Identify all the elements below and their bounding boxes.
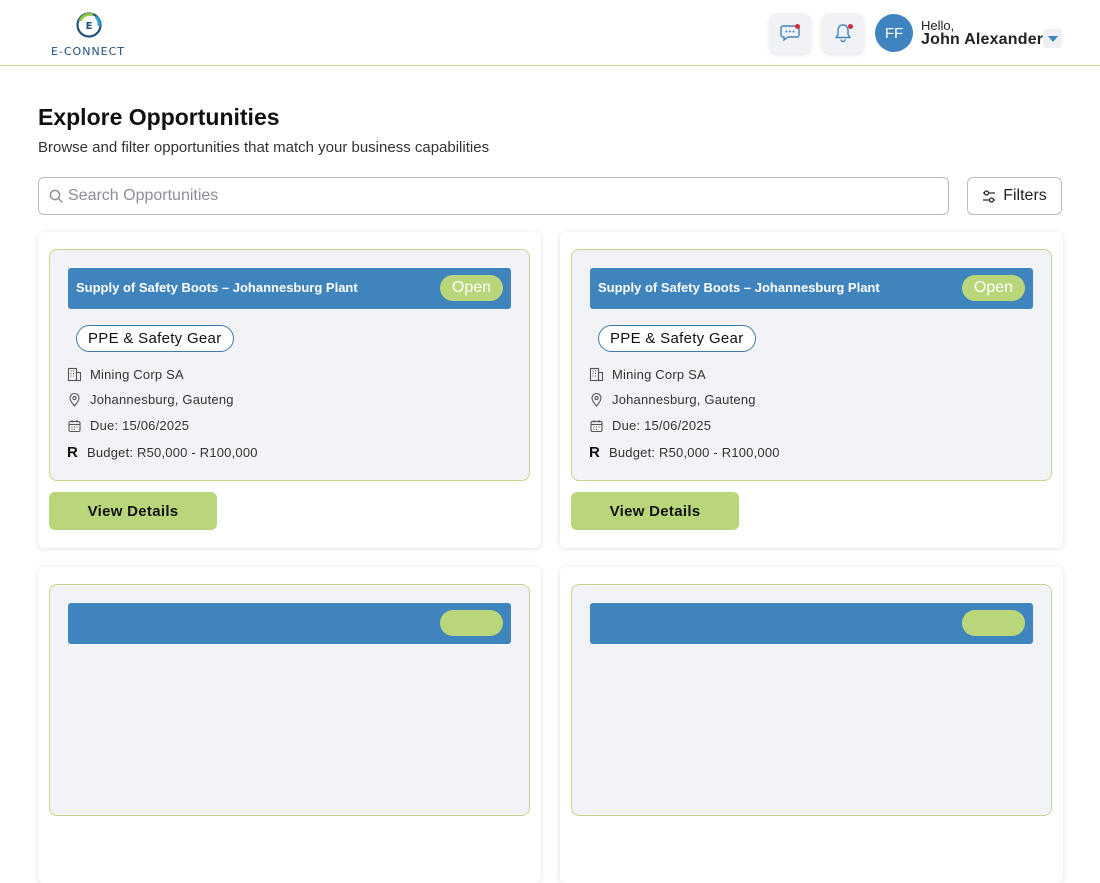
map-pin-icon: [67, 392, 82, 407]
company-name: Mining Corp SA: [90, 367, 184, 382]
calendar-icon: [67, 418, 82, 433]
opportunity-title[interactable]: Supply of Safety Boots – Johannesburg Pl…: [76, 280, 358, 295]
search-bar[interactable]: [38, 177, 949, 215]
opportunity-card: Supply of Safety Boots – Johannesburg Pl…: [49, 249, 530, 481]
map-pin-icon: [589, 392, 604, 407]
status-badge: [962, 610, 1025, 636]
page-title: Explore Opportunities: [38, 104, 280, 130]
location-text: Johannesburg, Gauteng: [90, 392, 234, 407]
opportunity-title[interactable]: Supply of Safety Boots – Johannesburg Pl…: [598, 280, 880, 295]
messages-button[interactable]: [769, 13, 811, 53]
card-header: Supply of Safety Boots – Johannesburg Pl…: [68, 268, 511, 309]
category-tag: PPE & Safety Gear: [76, 325, 234, 352]
budget-text: Budget: R50,000 - R100,000: [87, 445, 258, 460]
status-badge: [440, 610, 503, 636]
avatar[interactable]: FF: [875, 14, 913, 52]
due-row: Due: 15/06/2025: [589, 418, 711, 433]
app-logo[interactable]: E E-CONNECT: [48, 10, 128, 58]
due-date: Due: 15/06/2025: [612, 418, 712, 433]
category-tag: PPE & Safety Gear: [598, 325, 756, 352]
page-subtitle: Browse and filter opportunities that mat…: [38, 139, 490, 156]
opportunity-card: Supply of Safety Boots – Johannesburg Pl…: [571, 249, 1052, 481]
notification-dot: [795, 24, 800, 29]
location-text: Johannesburg, Gauteng: [612, 392, 756, 407]
user-menu-dropdown[interactable]: [1043, 29, 1062, 48]
notifications-button[interactable]: [822, 13, 864, 53]
building-icon: [589, 367, 604, 382]
logo-icon: E: [76, 12, 102, 38]
status-badge: Open: [440, 275, 503, 301]
budget-row: R Budget: R50,000 - R100,000: [67, 444, 258, 461]
filters-label: Filters: [1003, 187, 1047, 204]
opportunity-card: [49, 584, 530, 816]
due-date: Due: 15/06/2025: [90, 418, 190, 433]
view-details-button[interactable]: View Details: [49, 492, 217, 530]
budget-text: Budget: R50,000 - R100,000: [609, 445, 780, 460]
opportunity-panel: Supply of Safety Boots – Johannesburg Pl…: [38, 232, 541, 548]
notification-dot: [848, 24, 853, 29]
building-icon: [67, 367, 82, 382]
search-icon: [49, 189, 63, 203]
currency-symbol: R: [67, 444, 79, 461]
card-header: [590, 603, 1033, 644]
search-input[interactable]: [68, 184, 928, 208]
location-row: Johannesburg, Gauteng: [67, 392, 234, 407]
company-name: Mining Corp SA: [612, 367, 706, 382]
chevron-down-icon: [1047, 35, 1058, 42]
view-details-button[interactable]: View Details: [571, 492, 739, 530]
due-row: Due: 15/06/2025: [67, 418, 189, 433]
user-name[interactable]: John Alexander: [921, 31, 1043, 49]
card-header: [68, 603, 511, 644]
filters-button[interactable]: Filters: [967, 177, 1062, 215]
top-header: E E-CONNECT FF Hello, John Alexander: [0, 0, 1100, 66]
card-header: Supply of Safety Boots – Johannesburg Pl…: [590, 268, 1033, 309]
opportunity-panel: [560, 567, 1063, 883]
location-row: Johannesburg, Gauteng: [589, 392, 756, 407]
status-badge: Open: [962, 275, 1025, 301]
calendar-icon: [589, 418, 604, 433]
logo-text: E-CONNECT: [50, 45, 126, 58]
company-row: Mining Corp SA: [67, 367, 184, 382]
company-row: Mining Corp SA: [589, 367, 706, 382]
svg-text:E: E: [86, 21, 93, 32]
opportunity-panel: Supply of Safety Boots – Johannesburg Pl…: [560, 232, 1063, 548]
sliders-icon: [983, 189, 996, 203]
opportunity-panel: [38, 567, 541, 883]
opportunity-card: [571, 584, 1052, 816]
budget-row: R Budget: R50,000 - R100,000: [589, 444, 780, 461]
currency-symbol: R: [589, 444, 601, 461]
